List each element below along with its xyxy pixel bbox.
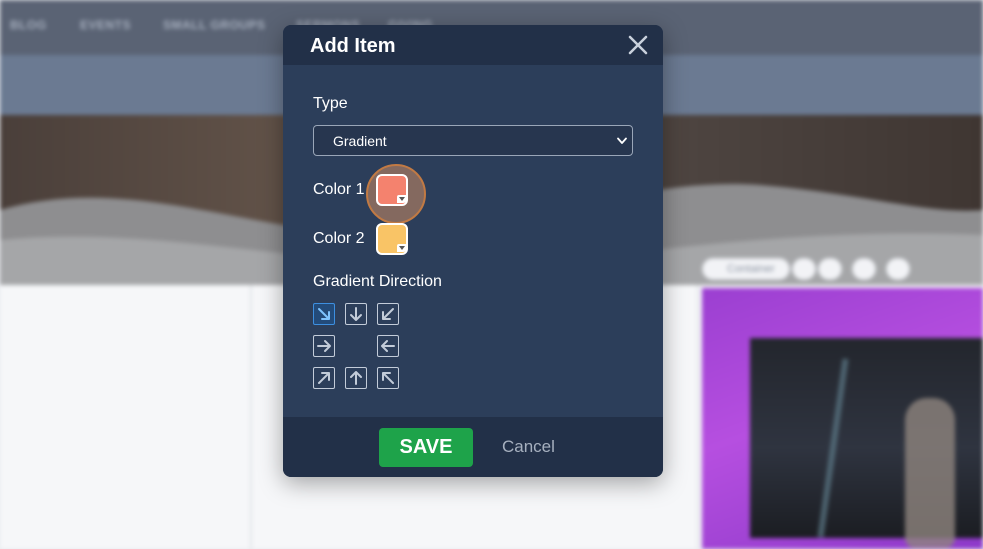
direction-right-button[interactable] [313,335,335,357]
purple-section [702,288,983,549]
arrow-left-icon [381,340,395,352]
modal-footer: SAVE Cancel [283,417,663,477]
arrow-down-right-icon [318,308,330,320]
gradient-direction-label: Gradient Direction [313,273,442,290]
arrow-up-left-icon [382,372,394,384]
direction-down-left-button[interactable] [377,303,399,325]
container-toolbar: Container [702,258,914,282]
cancel-button[interactable]: Cancel [502,437,555,457]
direction-left-button[interactable] [377,335,399,357]
type-select[interactable]: Gradient [313,125,633,156]
direction-up-button[interactable] [345,367,367,389]
type-label: Type [313,95,348,112]
column-divider [697,285,699,549]
modal-body: Type Gradient Color 1 Color 2 Gradient D… [283,65,663,417]
close-icon[interactable] [627,34,649,56]
container-toolbar-label[interactable]: Container [702,258,790,280]
toolbar-settings-icon[interactable] [886,258,910,280]
stage-light [817,358,849,538]
nav-item-events[interactable]: EVENTS [80,18,131,32]
color1-picker[interactable] [366,164,426,224]
color1-label: Color 1 [313,181,365,198]
arrow-up-icon [350,371,362,385]
direction-down-button[interactable] [345,303,367,325]
speaker-figure [905,398,955,548]
modal-header: Add Item [283,25,663,65]
arrow-up-right-icon [318,372,330,384]
column-divider [250,285,252,549]
caret-down-icon [397,195,407,203]
caret-down-icon [397,244,407,252]
arrow-down-icon [350,307,362,321]
color2-label: Color 2 [313,230,365,247]
direction-down-right-button[interactable] [313,303,335,325]
toolbar-move-icon[interactable] [852,258,876,280]
toolbar-delete-icon[interactable] [818,258,842,280]
direction-up-right-button[interactable] [313,367,335,389]
color2-picker[interactable] [375,222,409,256]
nav-item-blog[interactable]: BLOG [10,18,47,32]
toolbar-copy-icon[interactable] [792,258,816,280]
nav-item-small-groups[interactable]: SMALL GROUPS [163,18,265,32]
add-item-modal: Add Item Type Gradient Color 1 Color 2 G… [283,25,663,477]
save-button[interactable]: SAVE [379,428,473,467]
arrow-right-icon [317,340,331,352]
arrow-down-left-icon [382,308,394,320]
modal-title: Add Item [310,35,396,57]
direction-up-left-button[interactable] [377,367,399,389]
speaker-photo [750,338,983,548]
